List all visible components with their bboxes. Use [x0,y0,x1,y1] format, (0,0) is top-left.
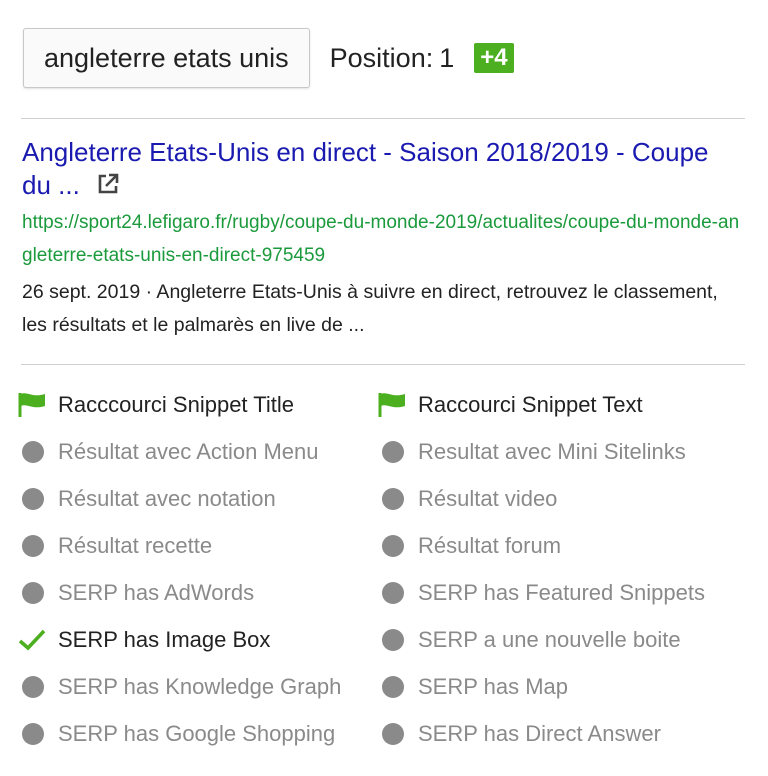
position-value: 1 [439,42,455,73]
top-divider [21,118,745,119]
feature-label: Raccourci Snippet Text [418,391,643,417]
feature-item: Résultat avec notation [18,486,378,512]
feature-item: SERP has AdWords [18,580,378,606]
feature-row: Résultat avec Action Menu Resultat avec M… [18,428,748,475]
status-dot-icon [18,721,58,747]
feature-row: Racccourci Snippet Title Raccourci Snippe… [18,381,748,428]
feature-row: SERP has Knowledge Graph SERP has Map [18,663,748,710]
keyword-header: angleterre etats unis Position: 1 +4 [23,28,514,88]
status-dot-icon [378,721,418,747]
feature-row: Résultat avec notation Résultat video [18,475,748,522]
keyword-chip[interactable]: angleterre etats unis [23,28,310,88]
status-dot-icon [18,580,58,606]
feature-item: Resultat avec Mini Sitelinks [378,439,738,465]
feature-label: SERP has Knowledge Graph [58,673,342,699]
status-dot-icon [18,533,58,559]
status-dot-icon [378,439,418,465]
status-dot-icon [18,674,58,700]
status-dot-icon [378,674,418,700]
status-dot-icon [378,486,418,512]
feature-item: Résultat forum [378,533,738,559]
external-link-icon[interactable] [96,171,120,195]
result-title-link[interactable]: Angleterre Etats-Unis en direct - Saison… [22,136,744,202]
status-dot-icon [378,580,418,606]
flag-icon [378,392,418,418]
search-result: Angleterre Etats-Unis en direct - Saison… [22,136,744,342]
status-dot-icon [378,533,418,559]
feature-row: SERP has Image Box SERP a une nouvelle bo… [18,616,748,663]
result-title-text[interactable]: Angleterre Etats-Unis en direct - Saison… [22,137,709,200]
feature-item: Résultat video [378,486,738,512]
feature-item: Racccourci Snippet Title [18,392,378,418]
feature-row: SERP has Google Shopping SERP has Direct … [18,710,748,757]
feature-label: SERP has AdWords [58,579,255,605]
feature-label: Racccourci Snippet Title [58,391,294,417]
feature-label: Résultat avec notation [58,485,276,511]
result-url[interactable]: https://sport24.lefigaro.fr/rugby/coupe-… [22,206,744,272]
middle-divider [21,364,745,365]
status-dot-icon [18,486,58,512]
position-label: Position: [329,42,434,73]
feature-label: SERP has Direct Answer [418,720,661,746]
feature-label: Résultat forum [418,532,562,558]
serp-features-grid: Racccourci Snippet Title Raccourci Snippe… [18,381,748,757]
feature-item: SERP has Knowledge Graph [18,674,378,700]
feature-item: SERP has Google Shopping [18,721,378,747]
result-description: 26 sept. 2019 · Angleterre Etats-Unis à … [22,281,718,336]
feature-label: Résultat recette [58,532,213,558]
flag-icon [18,392,58,418]
feature-label: Résultat avec Action Menu [58,438,319,464]
check-icon [18,627,58,653]
feature-item: SERP has Featured Snippets [378,580,738,606]
feature-label: SERP has Featured Snippets [418,579,705,605]
feature-item: SERP has Map [378,674,738,700]
position-delta-badge: +4 [474,43,514,73]
feature-label: SERP has Google Shopping [58,720,336,746]
feature-item: Résultat avec Action Menu [18,439,378,465]
feature-item: Résultat recette [18,533,378,559]
feature-row: SERP has AdWords SERP has Featured Snippe… [18,569,748,616]
position-indicator: Position: 1 [330,43,455,74]
feature-item: SERP has Direct Answer [378,721,738,747]
feature-item: SERP has Image Box [18,627,378,653]
feature-item: SERP a une nouvelle boite [378,627,738,653]
feature-label: SERP a une nouvelle boite [418,626,681,652]
feature-label: SERP has Image Box [58,626,271,652]
feature-row: Résultat recette Résultat forum [18,522,748,569]
feature-label: Résultat video [418,485,558,511]
feature-label: SERP has Map [418,673,569,699]
status-dot-icon [18,439,58,465]
status-dot-icon [378,627,418,653]
feature-label: Resultat avec Mini Sitelinks [418,438,686,464]
feature-item: Raccourci Snippet Text [378,392,738,418]
